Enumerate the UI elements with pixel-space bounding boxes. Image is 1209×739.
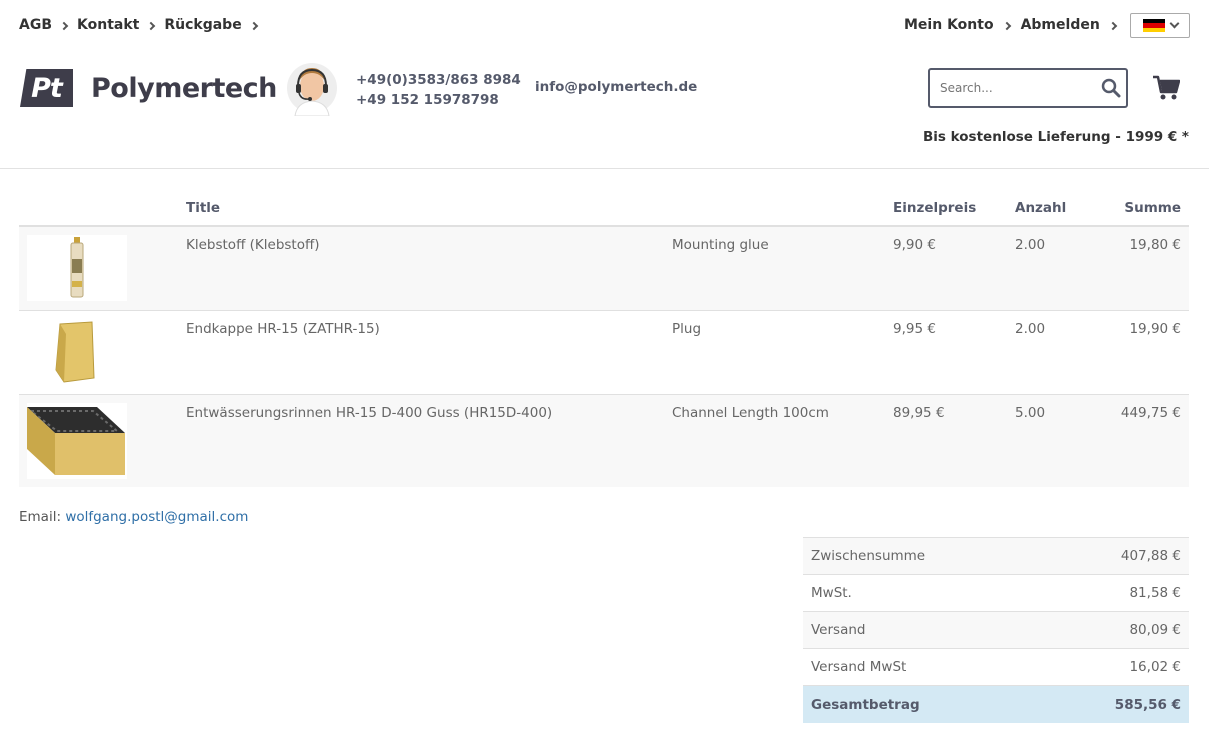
chevron-right-icon (59, 21, 69, 30)
nav-label: Kontakt (77, 17, 140, 33)
total-label: Gesamtbetrag (811, 696, 920, 713)
order-totals: Zwischensumme 407,88 € MwSt. 81,58 € Versa… (803, 537, 1189, 723)
unit-price: 9,90 € (893, 237, 936, 253)
row-sum: 19,80 € (1129, 237, 1181, 253)
email-label: Email: (19, 509, 62, 525)
nav-link-agb[interactable]: AGB (19, 17, 69, 33)
logout-link[interactable]: Abmelden (1020, 17, 1118, 33)
customer-email-line: Email: wolfgang.postl@gmail.com (19, 509, 248, 525)
unit-price: 89,95 € (893, 405, 945, 421)
glue-tube-image[interactable] (27, 235, 127, 301)
chevron-right-icon (1108, 21, 1118, 30)
header-price: Einzelpreis (893, 199, 977, 216)
nav-label: AGB (19, 17, 52, 33)
total-value: 407,88 € (1120, 548, 1181, 564)
total-label: Versand MwSt (811, 659, 907, 675)
support-agent-avatar (287, 63, 337, 116)
search-input[interactable] (940, 81, 1096, 95)
chevron-right-icon (147, 21, 156, 30)
quantity: 2.00 (1015, 237, 1046, 253)
end-cap-image[interactable] (27, 319, 127, 385)
header-title: Title (186, 199, 221, 216)
search-box (928, 68, 1128, 108)
header-qty: Anzahl (1015, 199, 1067, 216)
table-row: Entwässerungsrinnen HR-15 D-400 Guss (HR… (19, 395, 1189, 487)
phone-number[interactable]: +49(0)3583/863 8984 (356, 70, 521, 90)
header-divider (0, 168, 1209, 169)
nav-label: Rückgabe (164, 17, 242, 33)
unit-price: 9,95 € (893, 321, 936, 337)
cart-table: Title Einzelpreis Anzahl Summe Klebstoff… (19, 190, 1189, 487)
brand-logo[interactable]: Pt Polymertech (20, 69, 277, 107)
product-image-cell (19, 395, 186, 487)
free-delivery-note: Bis kostenlose Lieferung - 1999 € * (923, 129, 1189, 145)
shipping-row: Versand 80,09 € (803, 612, 1189, 649)
total-label: Zwischensumme (811, 548, 926, 564)
product-title[interactable]: Endkappe HR-15 (ZATHR-15) (186, 311, 672, 394)
chevron-right-icon (249, 21, 258, 30)
brand-name: Polymertech (91, 72, 277, 104)
contact-phones: +49(0)3583/863 8984 +49 152 15978798 (356, 70, 521, 110)
product-desc: Plug (672, 321, 702, 337)
my-account-label: Mein Konto (904, 17, 994, 33)
nav-link-kontakt[interactable]: Kontakt (77, 17, 156, 33)
vat-row: MwSt. 81,58 € (803, 575, 1189, 612)
product-desc: Mounting glue (672, 237, 769, 253)
search-icon[interactable] (1096, 78, 1126, 98)
product-title[interactable]: Klebstoff (Klebstoff) (186, 227, 672, 310)
top-navigation: AGB Kontakt Rückgabe (19, 17, 258, 33)
grand-total-row: Gesamtbetrag 585,56 € (803, 686, 1189, 723)
total-value: 585,56 € (1114, 696, 1181, 713)
de-flag-icon (1142, 19, 1165, 32)
product-title[interactable]: Entwässerungsrinnen HR-15 D-400 Guss (HR… (186, 395, 672, 487)
quantity: 2.00 (1015, 321, 1046, 337)
header-image-col (19, 200, 186, 216)
nav-link-rueckgabe[interactable]: Rückgabe (164, 17, 258, 33)
drainage-channel-image[interactable] (27, 403, 127, 479)
total-label: Versand (811, 622, 866, 638)
table-header: Title Einzelpreis Anzahl Summe (19, 190, 1189, 227)
cart-icon[interactable] (1152, 75, 1180, 101)
my-account-link[interactable]: Mein Konto (904, 17, 1011, 33)
chevron-down-icon (1169, 18, 1179, 29)
header-sum: Summe (1124, 199, 1181, 216)
logout-label: Abmelden (1020, 17, 1100, 33)
total-label: MwSt. (811, 585, 852, 601)
product-image-cell (19, 227, 186, 310)
logo-mark: Pt (20, 69, 73, 107)
chevron-right-icon (1002, 21, 1011, 30)
table-row: Endkappe HR-15 (ZATHR-15) Plug 9,95 € 2.… (19, 311, 1189, 395)
product-desc: Channel Length 100cm (672, 405, 829, 421)
total-value: 81,58 € (1129, 585, 1181, 601)
mobile-number[interactable]: +49 152 15978798 (356, 90, 521, 110)
row-sum: 19,90 € (1129, 321, 1181, 337)
product-image-cell (19, 311, 186, 394)
account-navigation: Mein Konto Abmelden (904, 17, 1118, 33)
total-value: 80,09 € (1129, 622, 1181, 638)
contact-email[interactable]: info@polymertech.de (535, 79, 697, 95)
table-row: Klebstoff (Klebstoff) Mounting glue 9,90… (19, 227, 1189, 311)
quantity: 5.00 (1015, 405, 1046, 421)
customer-email-link[interactable]: wolfgang.postl@gmail.com (65, 509, 248, 525)
total-value: 16,02 € (1129, 659, 1181, 675)
language-selector[interactable] (1130, 13, 1190, 38)
subtotal-row: Zwischensumme 407,88 € (803, 538, 1189, 575)
row-sum: 449,75 € (1120, 405, 1181, 421)
shipping-vat-row: Versand MwSt 16,02 € (803, 649, 1189, 686)
